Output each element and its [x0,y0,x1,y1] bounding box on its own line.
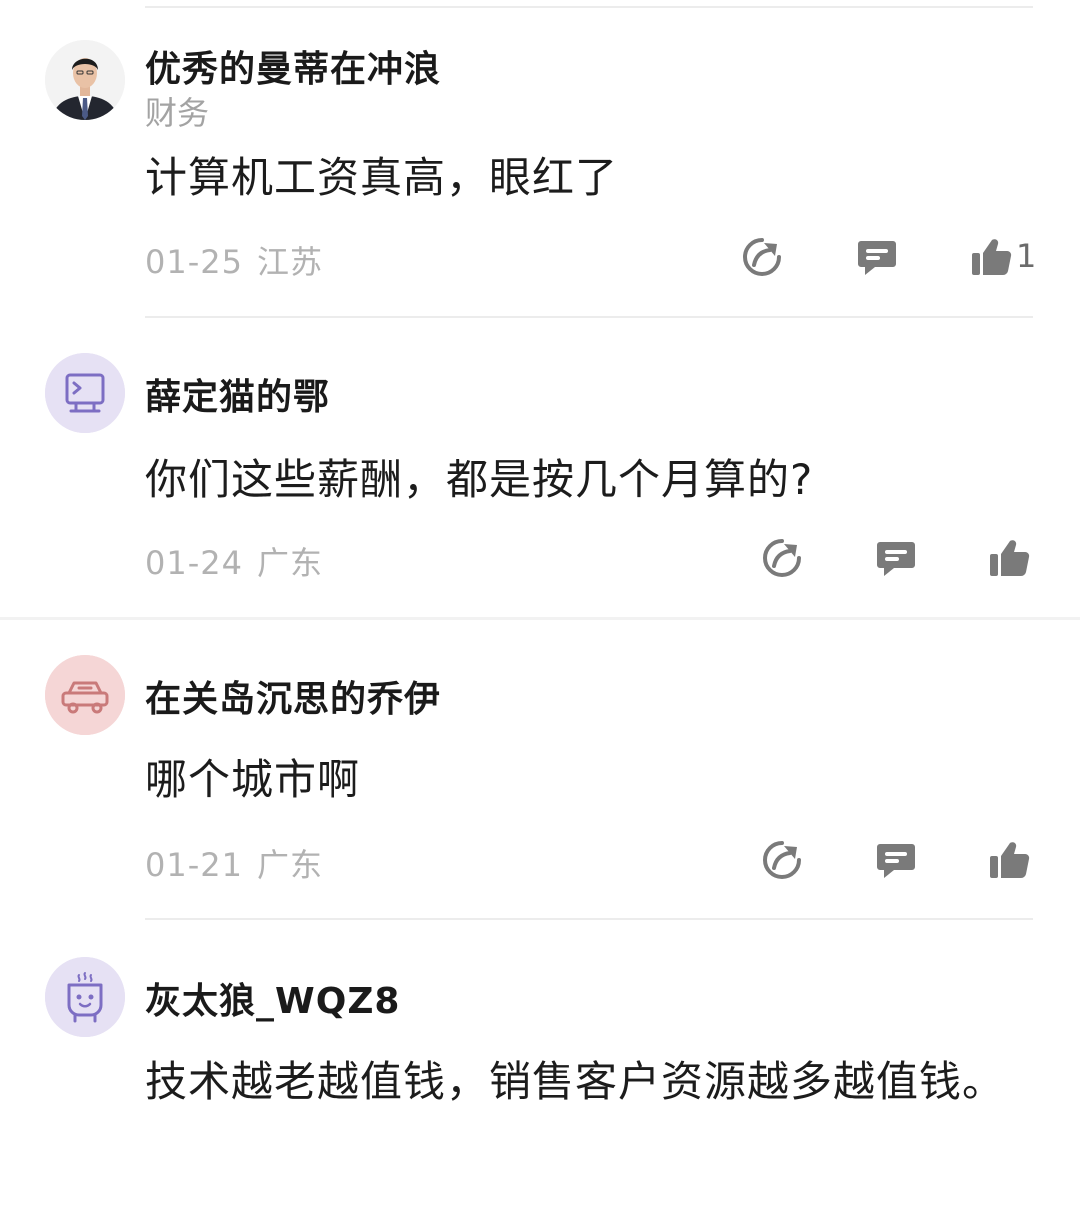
divider-top [145,6,1033,8]
reply-button[interactable] [855,235,899,279]
like-icon [990,540,1030,577]
like-button[interactable] [988,536,1032,580]
share-button[interactable] [740,235,784,279]
reply-button[interactable] [874,838,918,882]
like-icon [972,239,1012,276]
comment-location: 江苏 [256,243,323,281]
user-role: 财务 [145,94,210,132]
like-count: 1 [1016,237,1037,275]
share-icon [763,841,801,879]
comment-location: 广东 [256,544,323,582]
comment-text: 技术越老越值钱，销售客户资源越多越值钱。 [145,1057,1006,1106]
comment-location: 广东 [256,846,323,884]
avatar[interactable] [45,353,125,433]
share-button[interactable] [760,838,804,882]
comment-text: 你们这些薪酬，都是按几个月算的? [145,455,814,504]
comment-date: 01-24 [145,544,243,582]
username[interactable]: 优秀的曼蒂在冲浪 [145,40,441,92]
avatar[interactable] [45,655,125,735]
person-avatar-icon [45,40,125,120]
avatar[interactable] [45,957,125,1037]
divider [0,617,1080,620]
reply-button[interactable] [874,536,918,580]
username[interactable]: 薛定猫的鄂 [145,368,330,420]
comment-date: 01-25 [145,243,243,281]
divider [145,918,1033,920]
share-button[interactable] [760,536,804,580]
share-icon [743,238,781,276]
robot-icon [45,957,125,1037]
terminal-icon [45,353,125,433]
reply-icon [877,542,915,576]
comment-meta: 01-25 江苏 [145,237,323,283]
like-button[interactable] [988,838,1032,882]
username[interactable]: 在关岛沉思的乔伊 [145,670,441,722]
like-icon [990,842,1030,879]
username[interactable]: 灰太狼_WQZ8 [145,972,400,1024]
like-button[interactable] [970,235,1014,279]
avatar[interactable] [45,40,125,120]
comment-text: 计算机工资真高，眼红了 [145,153,619,202]
comment-text: 哪个城市啊 [145,755,361,804]
share-icon [763,539,801,577]
divider [145,316,1033,318]
comment-meta: 01-24 广东 [145,538,323,584]
reply-icon [877,844,915,878]
car-icon [45,655,125,735]
reply-icon [858,241,896,275]
comment-date: 01-21 [145,846,243,884]
comment-meta: 01-21 广东 [145,840,323,886]
